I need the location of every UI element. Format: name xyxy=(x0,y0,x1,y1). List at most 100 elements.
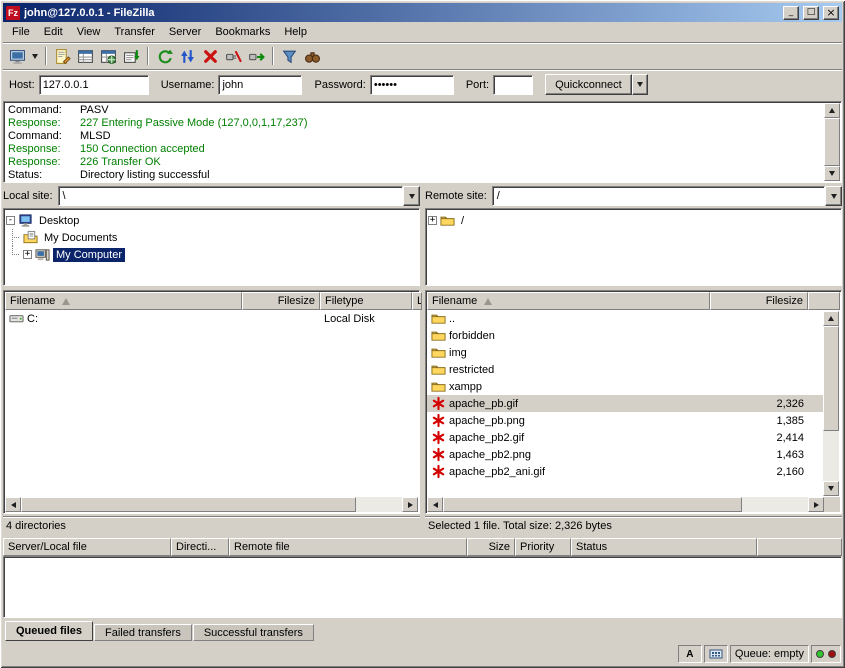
scroll-down-button[interactable] xyxy=(823,481,839,496)
tab-queued-files[interactable]: Queued files xyxy=(5,621,93,641)
scroll-track[interactable] xyxy=(823,326,839,481)
remote-list-body[interactable]: .. forbidden img restricted xyxy=(427,310,840,497)
column-header-remote-file[interactable]: Remote file xyxy=(229,538,467,556)
file-row[interactable]: xampp xyxy=(427,378,824,395)
file-row[interactable]: restricted xyxy=(427,361,824,378)
quickconnect-dropdown-button[interactable] xyxy=(632,74,648,95)
local-list-body[interactable]: C: Local Disk xyxy=(5,310,418,497)
remote-horizontal-scrollbar[interactable] xyxy=(427,497,840,512)
disconnect-button[interactable] xyxy=(222,45,245,68)
column-header-filename[interactable]: Filename xyxy=(427,292,710,310)
column-header-filesize[interactable]: Filesize xyxy=(242,292,320,310)
toggle-message-log-button[interactable] xyxy=(51,45,74,68)
tree-connector xyxy=(6,246,20,263)
scroll-track[interactable] xyxy=(824,118,840,166)
menu-view[interactable]: View xyxy=(70,23,108,41)
tree-item-my-documents[interactable]: My Documents xyxy=(6,229,417,246)
expand-icon[interactable]: + xyxy=(23,250,32,259)
column-header-size[interactable]: Size xyxy=(467,538,515,556)
local-directory-tree: - Desktop My Documents + My Computer xyxy=(3,208,420,286)
toggle-local-tree-button[interactable] xyxy=(74,45,97,68)
username-input[interactable] xyxy=(218,75,302,95)
reconnect-button[interactable] xyxy=(245,45,268,68)
column-header-last-modified[interactable]: L xyxy=(412,292,422,310)
minimize-button[interactable]: _ xyxy=(783,6,799,20)
menu-help[interactable]: Help xyxy=(277,23,314,41)
transfer-queue-list[interactable] xyxy=(3,556,842,618)
local-site-dropdown-button[interactable] xyxy=(403,186,420,206)
file-row[interactable]: apache_pb2_ani.gif 2,160 xyxy=(427,463,824,480)
file-row[interactable]: apache_pb2.png 1,463 xyxy=(427,446,824,463)
remote-vertical-scrollbar[interactable] xyxy=(823,311,839,496)
remote-site-dropdown-button[interactable] xyxy=(825,186,842,206)
tab-failed-transfers[interactable]: Failed transfers xyxy=(94,624,192,641)
scroll-thumb[interactable] xyxy=(21,497,356,512)
log-vertical-scrollbar[interactable] xyxy=(824,103,840,181)
scroll-up-button[interactable] xyxy=(824,103,840,118)
tree-item-my-computer[interactable]: + My Computer xyxy=(6,246,417,263)
column-header-priority[interactable]: Priority xyxy=(515,538,571,556)
column-header-filetype[interactable]: Filetype xyxy=(320,292,412,310)
tree-item-root[interactable]: + / xyxy=(428,212,839,229)
refresh-button[interactable] xyxy=(153,45,176,68)
scroll-left-button[interactable] xyxy=(427,497,443,512)
menu-bookmarks[interactable]: Bookmarks xyxy=(208,23,277,41)
queue-tabs: Queued files Failed transfers Successful… xyxy=(3,621,842,641)
file-row[interactable]: apache_pb.png 1,385 xyxy=(427,412,824,429)
menu-transfer[interactable]: Transfer xyxy=(107,23,162,41)
column-header-filesize[interactable]: Filesize xyxy=(710,292,808,310)
log-line: Response:150 Connection accepted xyxy=(8,143,821,156)
cancel-operation-button[interactable] xyxy=(199,45,222,68)
folder-icon xyxy=(431,345,446,360)
expand-icon[interactable]: + xyxy=(428,216,437,225)
close-button[interactable]: × xyxy=(823,6,839,20)
local-horizontal-scrollbar[interactable] xyxy=(5,497,418,512)
site-manager-dropdown-button[interactable] xyxy=(29,45,41,68)
port-label: Port: xyxy=(466,79,489,91)
local-site-value[interactable]: \ xyxy=(58,186,403,206)
file-row[interactable]: C: Local Disk xyxy=(5,310,418,327)
scroll-thumb[interactable] xyxy=(824,118,840,166)
tree-item-desktop[interactable]: - Desktop xyxy=(6,212,417,229)
tab-successful-transfers[interactable]: Successful transfers xyxy=(193,624,314,641)
site-manager-button[interactable] xyxy=(6,45,29,68)
remote-site-value[interactable]: / xyxy=(492,186,825,206)
scroll-thumb[interactable] xyxy=(443,497,742,512)
scroll-thumb[interactable] xyxy=(823,326,839,431)
scroll-right-button[interactable] xyxy=(808,497,824,512)
column-header-filename[interactable]: Filename xyxy=(5,292,242,310)
quickconnect-button[interactable]: Quickconnect xyxy=(545,74,632,95)
column-header-direction[interactable]: Directi... xyxy=(171,538,229,556)
scroll-track[interactable] xyxy=(21,497,402,512)
scroll-down-button[interactable] xyxy=(824,166,840,181)
scroll-track[interactable] xyxy=(443,497,808,512)
file-row[interactable]: forbidden xyxy=(427,327,824,344)
local-site-combo[interactable]: \ xyxy=(58,186,420,206)
column-header-server-local-file[interactable]: Server/Local file xyxy=(3,538,171,556)
file-row[interactable]: .. xyxy=(427,310,824,327)
file-row[interactable]: apache_pb2.gif 2,414 xyxy=(427,429,824,446)
directory-filter-button[interactable] xyxy=(278,45,301,68)
keypad-panel[interactable] xyxy=(704,645,728,663)
menu-file[interactable]: File xyxy=(5,23,37,41)
transfer-type-panel[interactable]: A xyxy=(678,645,702,663)
remote-site-combo[interactable]: / xyxy=(492,186,842,206)
toggle-remote-tree-button[interactable] xyxy=(97,45,120,68)
password-input[interactable] xyxy=(370,75,454,95)
menu-edit[interactable]: Edit xyxy=(37,23,70,41)
title-bar[interactable]: Fz john@127.0.0.1 - FileZilla _ □ × xyxy=(3,3,842,22)
toggle-transfer-queue-button[interactable] xyxy=(120,45,143,68)
scroll-right-button[interactable] xyxy=(402,497,418,512)
column-header-status[interactable]: Status xyxy=(571,538,757,556)
file-row-selected[interactable]: apache_pb.gif 2,326 xyxy=(427,395,824,412)
scroll-up-button[interactable] xyxy=(823,311,839,326)
file-search-button[interactable] xyxy=(301,45,324,68)
maximize-button[interactable]: □ xyxy=(803,6,819,20)
scroll-left-button[interactable] xyxy=(5,497,21,512)
process-queue-button[interactable] xyxy=(176,45,199,68)
collapse-icon[interactable]: - xyxy=(6,216,15,225)
port-input[interactable] xyxy=(493,75,533,95)
host-input[interactable] xyxy=(39,75,149,95)
menu-server[interactable]: Server xyxy=(162,23,208,41)
file-row[interactable]: img xyxy=(427,344,824,361)
